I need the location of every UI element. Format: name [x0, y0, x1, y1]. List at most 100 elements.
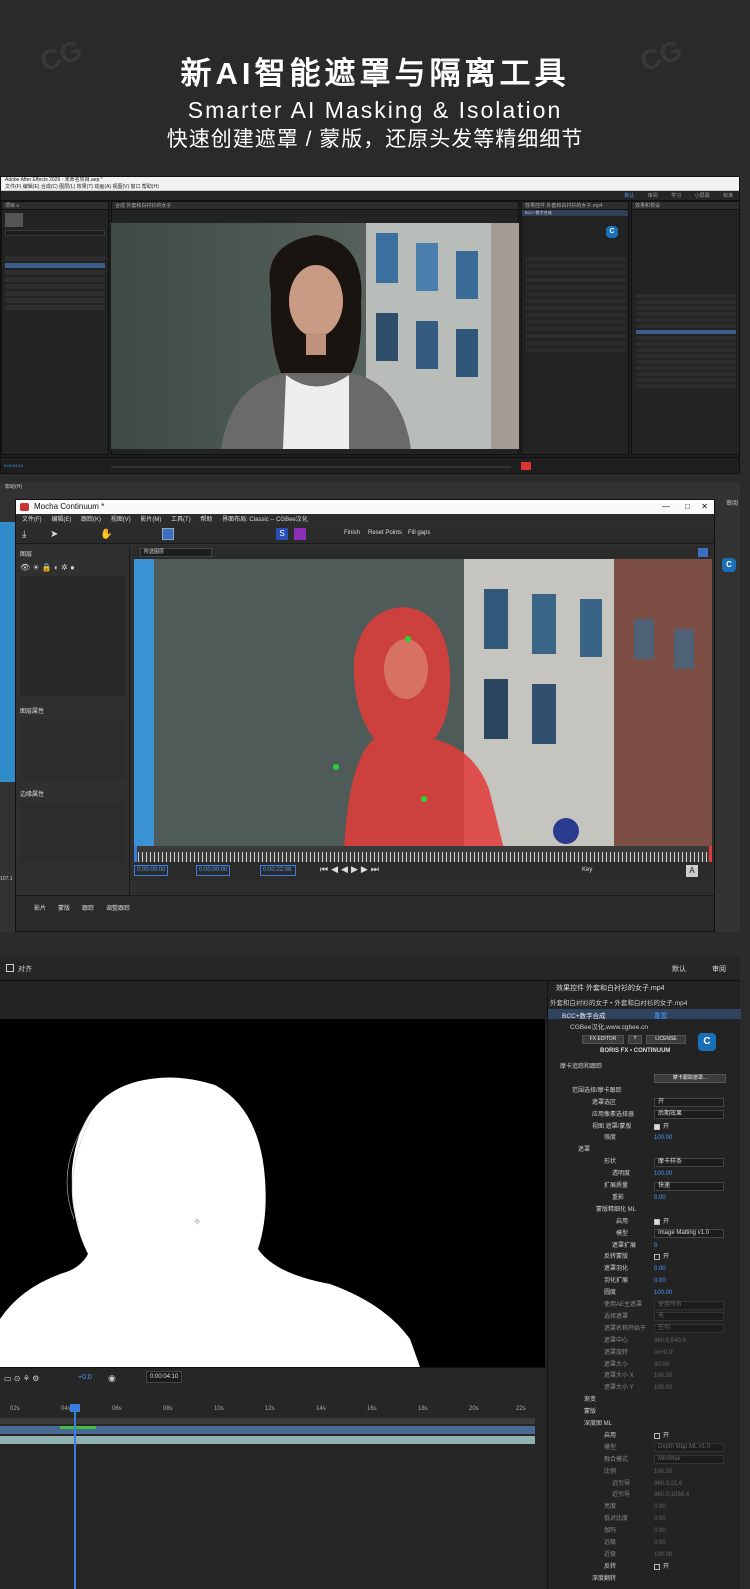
- host-help-menu[interactable]: 帮助(H): [2, 484, 22, 490]
- menu-tools[interactable]: 工具(T): [171, 517, 191, 523]
- effect-property-row[interactable]: 摩卡追踪和跟踪: [548, 1061, 741, 1073]
- time-ruler[interactable]: 02s 04s 06s 08s 10s 12s 14s 16s 18s 20s …: [0, 1406, 545, 1416]
- ae-toolbar[interactable]: 默认 审阅 学习 小屏幕 标准: [1, 191, 739, 201]
- property-value[interactable]: 0: [654, 1240, 657, 1252]
- property-value[interactable]: 100.00: [654, 1132, 672, 1144]
- composition-tab[interactable]: 合成 外套和白衬衫的女子: [112, 202, 518, 210]
- effect-property-row[interactable]: 遮罩名称开始于 任何: [548, 1323, 741, 1335]
- property-value[interactable]: 100.00: [654, 1287, 672, 1299]
- property-value[interactable]: 0.00: [654, 1192, 666, 1204]
- align-checkbox[interactable]: [6, 964, 14, 972]
- workspace-tab-review[interactable]: 审阅: [712, 964, 726, 974]
- effect-property-row[interactable]: 应用像素选择器 后期效果: [548, 1109, 741, 1121]
- property-value[interactable]: 90.00: [654, 1359, 669, 1371]
- offset-value[interactable]: +0.0: [78, 1374, 92, 1381]
- effect-property-row[interactable]: 选择遮罩 无: [548, 1311, 741, 1323]
- layer-properties-area[interactable]: [20, 719, 125, 779]
- property-dropdown[interactable]: 无: [654, 1312, 724, 1322]
- effect-property-row[interactable]: 遮罩大小 90.00: [548, 1359, 741, 1371]
- property-value[interactable]: 100.00: [654, 1466, 672, 1478]
- effect-property-row[interactable]: 远引导 960.0,21.6: [548, 1478, 741, 1490]
- matte-viewer[interactable]: ✧: [0, 1019, 545, 1367]
- tracking-point[interactable]: [421, 796, 427, 802]
- effect-property-row[interactable]: 伽玛 0.00: [548, 1525, 741, 1537]
- effect-property-row[interactable]: 深度图 ML: [548, 1418, 741, 1430]
- reset-button[interactable]: 重置: [654, 1010, 667, 1020]
- effect-property-row[interactable]: 遮罩选区 开: [548, 1097, 741, 1109]
- effect-property-row[interactable]: 近引导 960.0,1058.4: [548, 1489, 741, 1501]
- effect-controls-tab[interactable]: 效果控件 外套和白衬衫的女子.mp4: [522, 202, 628, 210]
- license-button[interactable]: LICENSE: [646, 1035, 686, 1044]
- property-value[interactable]: 0.00: [654, 1275, 666, 1287]
- close-icon[interactable]: ✕: [701, 500, 708, 514]
- plugin-row[interactable]: BCC+数字合成 重置: [548, 1009, 741, 1020]
- reset-points-button[interactable]: Reset Points: [368, 530, 402, 536]
- layer-controls-icons[interactable]: 👁 ☀ 🔒 ◐ ✲ ●: [16, 561, 129, 574]
- checkbox[interactable]: [654, 1123, 660, 1130]
- menu-help[interactable]: 帮助: [200, 517, 212, 523]
- property-dropdown[interactable]: 摩卡样条: [654, 1157, 724, 1167]
- mocha-timeline-ruler[interactable]: [134, 846, 712, 862]
- property-dropdown[interactable]: Depth Map ML v1.0: [654, 1443, 724, 1453]
- effect-property-row[interactable]: 羽化扩展 0.00: [548, 1275, 741, 1287]
- effect-property-row[interactable]: 模型 Image Matting v1.0: [548, 1228, 741, 1240]
- checkbox[interactable]: [654, 1432, 660, 1439]
- effect-property-row[interactable]: 反转蒙版 开: [548, 1251, 741, 1263]
- menu-edit[interactable]: 编辑(E): [51, 517, 71, 523]
- effect-property-row[interactable]: 视图 遮罩/蒙版 开: [548, 1121, 741, 1133]
- workspace-tab[interactable]: 学习: [671, 193, 681, 199]
- ae-timeline-strip[interactable]: 0:00:04:10: [1, 457, 739, 473]
- workspace-tab[interactable]: 审阅: [648, 193, 658, 199]
- mocha-menu-bar[interactable]: 文件(F) 编辑(E) 跟踪(K) 视图(V) 影片(M) 工具(T) 帮助 界…: [16, 514, 714, 526]
- menu-view[interactable]: 视图(V): [111, 517, 131, 523]
- composition-viewer[interactable]: [111, 223, 519, 449]
- mocha-mask-button[interactable]: 摩卡跟踪遮罩...: [654, 1073, 726, 1083]
- effect-property-row[interactable]: 启用 开: [548, 1216, 741, 1228]
- effect-property-row[interactable]: 透明度 100.00: [548, 1168, 741, 1180]
- checkbox[interactable]: [654, 1218, 660, 1225]
- effect-property-row[interactable]: 近极 100.00: [548, 1549, 741, 1561]
- effects-presets-tab[interactable]: 效果和预设: [632, 202, 739, 210]
- property-value[interactable]: 0.00: [654, 1263, 666, 1275]
- in-point-timecode[interactable]: 0:00:00:00: [134, 865, 168, 876]
- property-value[interactable]: 0.00: [654, 1513, 666, 1525]
- effect-property-row[interactable]: 融合模式 Min/Max: [548, 1454, 741, 1466]
- host-review-tab[interactable]: 审阅: [726, 498, 738, 507]
- property-value[interactable]: 0.00: [654, 1537, 666, 1549]
- effect-property-row[interactable]: 遮罩: [548, 1144, 741, 1156]
- hand-icon[interactable]: ✋: [100, 529, 112, 540]
- grid-icon[interactable]: [294, 528, 306, 540]
- property-value[interactable]: 0.00: [654, 1501, 666, 1513]
- property-value[interactable]: 960.0,21.6: [654, 1478, 682, 1490]
- current-timecode[interactable]: 0:00:00:00: [196, 865, 230, 876]
- workspace-tabs[interactable]: 默认 审阅 学习 小屏幕 标准: [612, 192, 733, 199]
- property-value[interactable]: 100.00: [654, 1382, 672, 1394]
- effect-plugin-name[interactable]: BCC+数字合成: [522, 210, 628, 216]
- property-value[interactable]: 0x+0.0°: [654, 1347, 675, 1359]
- property-dropdown[interactable]: 快速: [654, 1181, 724, 1191]
- property-value[interactable]: 100.00: [654, 1168, 672, 1180]
- tab-matte[interactable]: 蒙版: [58, 903, 70, 912]
- effect-property-row[interactable]: 深度翻转: [548, 1573, 741, 1585]
- help-button[interactable]: ?: [628, 1035, 642, 1044]
- effect-property-row[interactable]: 摩卡跟踪遮罩...摩卡跟踪遮罩...: [548, 1073, 741, 1085]
- layer-bar-2[interactable]: [0, 1436, 535, 1444]
- playhead[interactable]: [74, 1404, 76, 1589]
- finish-button[interactable]: Finish: [344, 530, 360, 536]
- effect-property-row[interactable]: 模型 Depth Map ML v1.0: [548, 1442, 741, 1454]
- work-area-bar[interactable]: [0, 1418, 535, 1424]
- checkbox[interactable]: [654, 1563, 660, 1570]
- ai-mask-tool-icon[interactable]: [162, 528, 174, 540]
- property-dropdown[interactable]: 任何: [654, 1324, 724, 1334]
- timeline-timecode[interactable]: 0:00:04:10: [146, 1371, 182, 1383]
- spline-s-icon[interactable]: S: [276, 528, 288, 540]
- property-dropdown[interactable]: 开: [654, 1098, 724, 1108]
- effect-property-row[interactable]: 远极 0.00: [548, 1537, 741, 1549]
- viewer-option-icon[interactable]: [698, 548, 708, 557]
- tab-track[interactable]: 跟踪: [82, 903, 94, 912]
- effect-property-row[interactable]: 遮罩大小 Y 100.00: [548, 1382, 741, 1394]
- property-value[interactable]: 100.00: [654, 1549, 672, 1561]
- effect-property-row[interactable]: 反转 开: [548, 1561, 741, 1573]
- edge-properties-area[interactable]: [20, 802, 125, 862]
- project-search-input[interactable]: [5, 230, 105, 236]
